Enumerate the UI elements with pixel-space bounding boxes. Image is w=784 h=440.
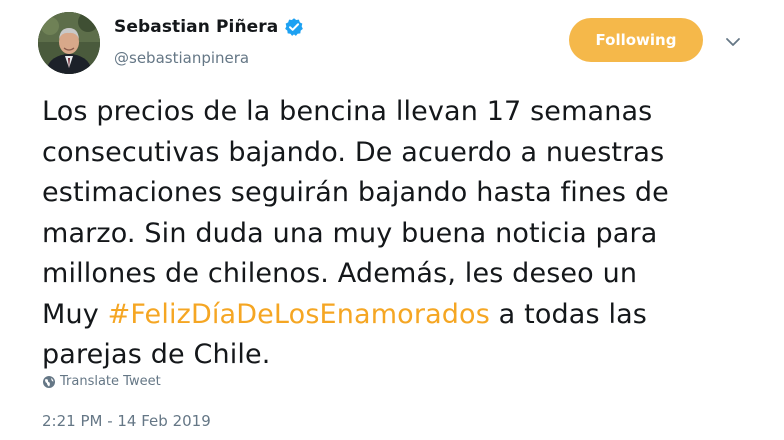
tweet-line: parejas de Chile. [42, 339, 271, 370]
author-handle[interactable]: @sebastianpinera [114, 49, 249, 67]
tweet-line: estimaciones seguirán bajando hasta fine… [42, 177, 669, 208]
author-name-row[interactable]: Sebastian Piñera [114, 17, 304, 37]
translate-tweet-label[interactable]: Translate Tweet [60, 374, 161, 389]
tweet-line: millones de chilenos. Además, les deseo … [42, 258, 638, 289]
display-name[interactable]: Sebastian Piñera [114, 17, 278, 37]
tweet-line: consecutivas bajando. De acuerdo a nuest… [42, 136, 665, 168]
translate-tweet-link[interactable]: Translate Tweet [42, 374, 161, 389]
tweet-line-with-hashtag: Muy #FelizDíaDeLosEnamorados a todas las [42, 295, 762, 336]
chevron-down-icon[interactable] [724, 33, 742, 51]
verified-badge-icon [284, 17, 304, 37]
tweet-line: Los precios de la bencina llevan 17 sema… [42, 96, 653, 127]
following-button[interactable]: Following [569, 18, 703, 62]
tweet-text-fragment: a todas las [489, 298, 648, 330]
globe-icon [42, 375, 56, 389]
tweet-text: Los precios de la bencina llevan 17 sema… [42, 92, 762, 376]
tweet-timestamp[interactable]: 2:21 PM - 14 Feb 2019 [42, 412, 211, 430]
hashtag-link[interactable]: #FelizDíaDeLosEnamorados [108, 299, 490, 330]
tweet-card: Sebastian Piñera @sebastianpinera Follow… [0, 0, 784, 440]
avatar[interactable] [38, 12, 100, 74]
profile-photo-icon [38, 12, 100, 74]
tweet-line: marzo. Sin duda una muy buena noticia pa… [42, 217, 658, 249]
tweet-text-fragment: Muy [42, 298, 108, 330]
